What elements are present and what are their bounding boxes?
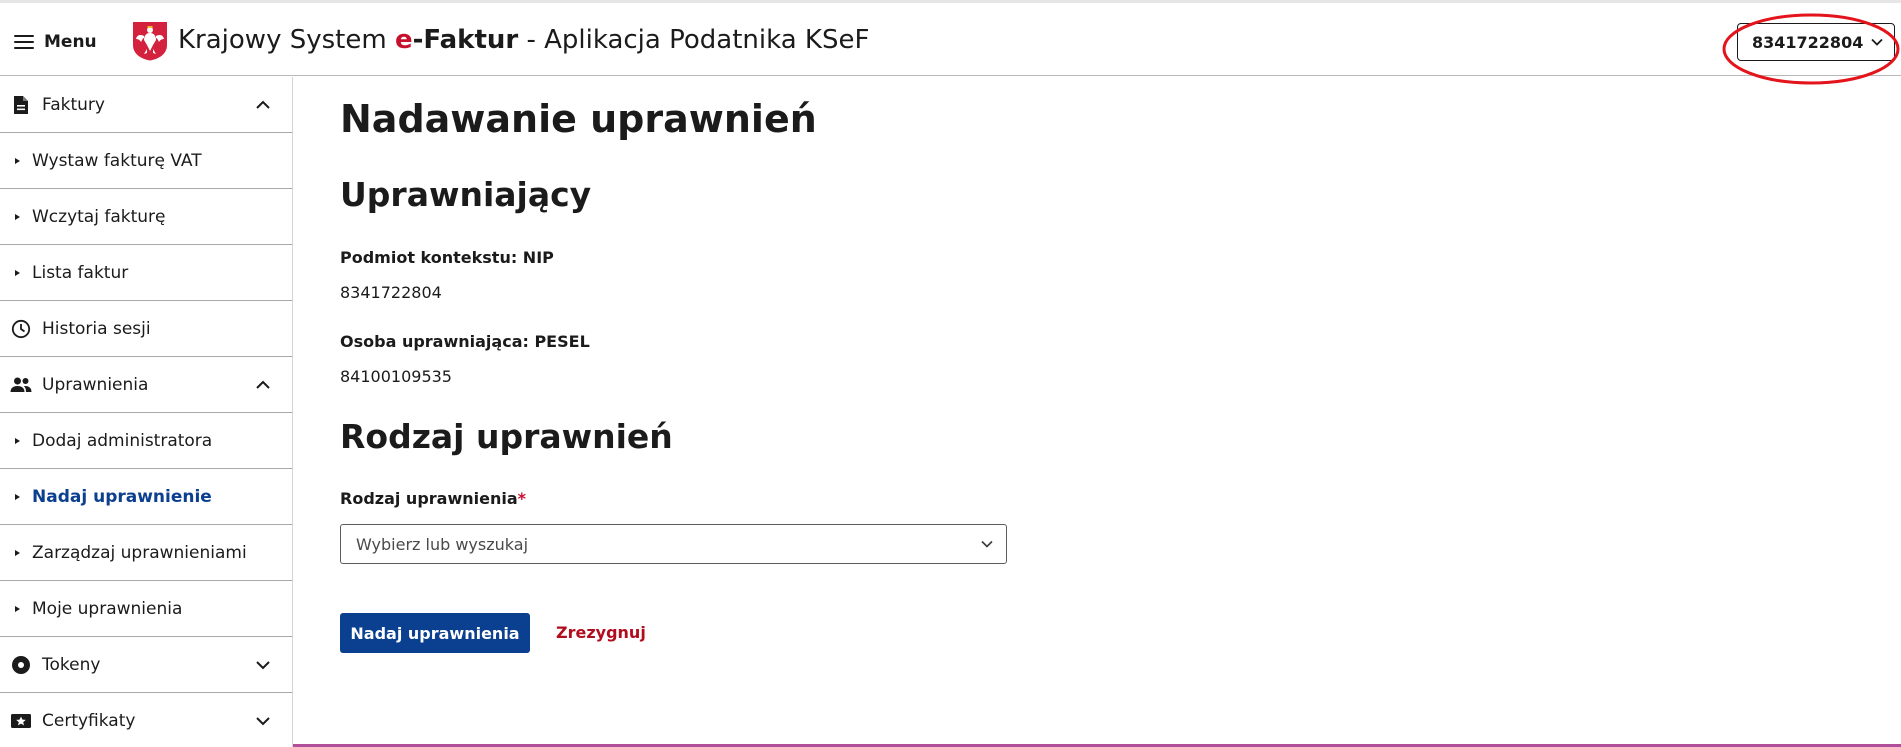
sidebar-item-faktury[interactable]: Faktury	[0, 77, 292, 133]
section-heading-type: Rodzaj uprawnień	[340, 417, 673, 456]
sidebar-item-label: Tokeny	[42, 654, 101, 675]
app-title-faktur: -Faktur	[412, 25, 519, 55]
required-asterisk: *	[517, 489, 527, 508]
grant-permissions-button[interactable]: Nadaj uprawnienia	[340, 613, 530, 653]
context-nip-value: 8341722804	[1752, 32, 1864, 52]
page-title: Nadawanie uprawnień	[340, 97, 817, 141]
menu-button[interactable]: Menu	[14, 29, 97, 55]
person-value: 84100109535	[340, 367, 452, 386]
sidebar-item-tokeny[interactable]: Tokeny	[0, 637, 292, 693]
hamburger-icon	[14, 35, 34, 49]
bullet-triangle-icon	[15, 493, 20, 500]
sidebar-item-label: Uprawnienia	[42, 374, 149, 395]
person-label: Osoba uprawniająca: PESEL	[340, 332, 590, 351]
sidebar-item-label: Wczytaj fakturę	[32, 206, 166, 227]
sidebar-item-historia-sesji[interactable]: Historia sesji	[0, 301, 292, 357]
bullet-triangle-icon	[15, 269, 20, 276]
context-label: Podmiot kontekstu: NIP	[340, 248, 554, 267]
bullet-triangle-icon	[15, 549, 20, 556]
people-icon	[10, 374, 32, 396]
app-title-e: e	[394, 25, 413, 55]
context-value: 8341722804	[340, 283, 442, 302]
app-title-prefix: Krajowy System	[178, 25, 395, 55]
sidebar-item-label: Nadaj uprawnienie	[32, 486, 212, 507]
bullet-triangle-icon	[15, 437, 20, 444]
menu-label: Menu	[44, 32, 97, 52]
sidebar-item-label: Certyfikaty	[42, 711, 136, 731]
permission-type-label: Rodzaj uprawnienia*	[340, 489, 526, 508]
cancel-link[interactable]: Zrezygnuj	[556, 623, 646, 642]
certificate-icon	[10, 710, 32, 732]
sidebar-item-lista-faktur[interactable]: Lista faktur	[0, 245, 292, 301]
sidebar-item-dodaj-administratora[interactable]: Dodaj administratora	[0, 413, 292, 469]
clock-icon	[10, 318, 32, 340]
sidebar-item-label: Wystaw fakturę VAT	[32, 150, 202, 171]
sidebar-item-label: Faktury	[42, 94, 105, 115]
app-title-suffix: - Aplikacja Podatnika KSeF	[518, 25, 870, 55]
bullet-triangle-icon	[15, 157, 20, 164]
permission-type-select[interactable]: Wybierz lub wyszukaj	[340, 524, 1007, 564]
token-icon	[10, 654, 32, 676]
sidebar-item-label: Historia sesji	[42, 318, 151, 339]
top-header: Menu Krajowy System e-Faktur - Aplikacja…	[0, 0, 1901, 85]
chevron-up-icon[interactable]	[254, 96, 272, 114]
sidebar-item-label: Zarządzaj uprawnieniami	[32, 542, 247, 563]
polish-eagle-emblem-icon	[133, 22, 167, 61]
sidebar-item-label: Dodaj administratora	[32, 430, 213, 451]
sidebar-item-uprawnienia[interactable]: Uprawnienia	[0, 357, 292, 413]
sidebar-item-zarzadzaj-uprawnieniami[interactable]: Zarządzaj uprawnieniami	[0, 525, 292, 581]
chevron-down-icon[interactable]	[254, 656, 272, 674]
sidebar-item-certyfikaty[interactable]: Certyfikaty	[0, 693, 292, 747]
context-nip-select[interactable]: 8341722804	[1737, 23, 1895, 61]
app-title: Krajowy System e-Faktur - Aplikacja Poda…	[178, 25, 869, 55]
sidebar-item-moje-uprawnienia[interactable]: Moje uprawnienia	[0, 581, 292, 637]
sidebar-item-label: Lista faktur	[32, 262, 129, 283]
sidebar-item-wczytaj-fakture[interactable]: Wczytaj fakturę	[0, 189, 292, 245]
chevron-down-icon	[1871, 38, 1883, 46]
permission-type-label-text: Rodzaj uprawnienia	[340, 489, 518, 508]
chevron-down-icon[interactable]	[254, 712, 272, 730]
bullet-triangle-icon	[15, 605, 20, 612]
chevron-up-icon[interactable]	[254, 376, 272, 394]
chevron-down-icon	[981, 540, 993, 548]
document-icon	[10, 94, 32, 116]
sidebar-item-nadaj-uprawnienie[interactable]: Nadaj uprawnienie	[0, 469, 292, 525]
bullet-triangle-icon	[15, 213, 20, 220]
sidebar-item-label: Moje uprawnienia	[32, 598, 183, 619]
section-heading-granting: Uprawniający	[340, 175, 592, 214]
sidebar-item-wystaw-fakture[interactable]: Wystaw fakturę VAT	[0, 133, 292, 189]
permission-type-placeholder: Wybierz lub wyszukaj	[356, 534, 529, 554]
sidebar-nav: Faktury Wystaw fakturę VAT Wczytaj faktu…	[0, 77, 293, 747]
